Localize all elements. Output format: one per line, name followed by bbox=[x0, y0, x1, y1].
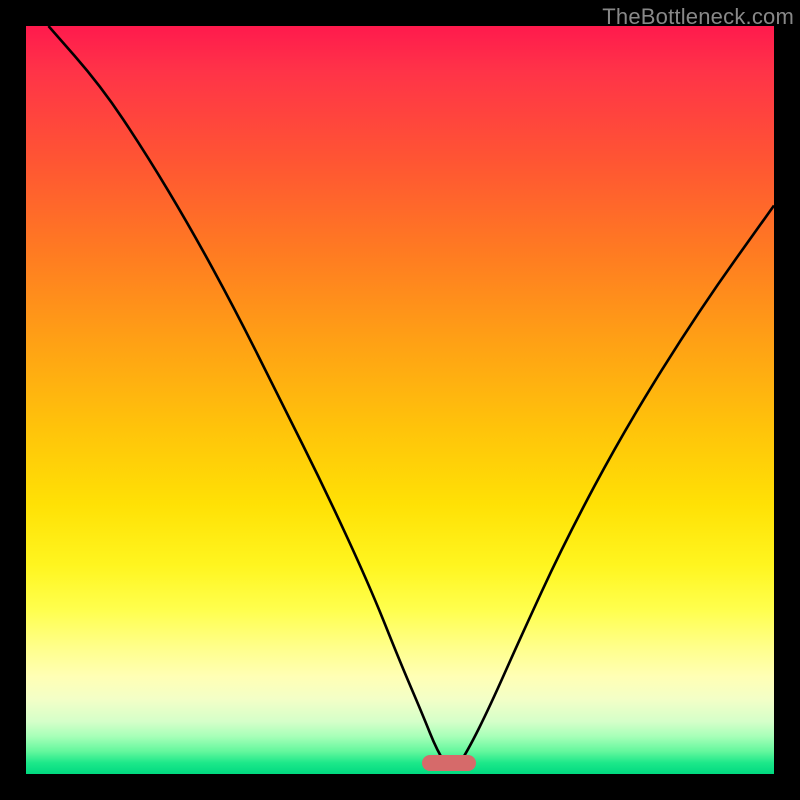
curve-path bbox=[48, 26, 774, 768]
bottleneck-curve bbox=[26, 26, 774, 774]
plot-area bbox=[26, 26, 774, 774]
watermark-text: TheBottleneck.com bbox=[602, 4, 794, 30]
optimal-marker bbox=[422, 755, 476, 771]
chart-frame: TheBottleneck.com bbox=[0, 0, 800, 800]
